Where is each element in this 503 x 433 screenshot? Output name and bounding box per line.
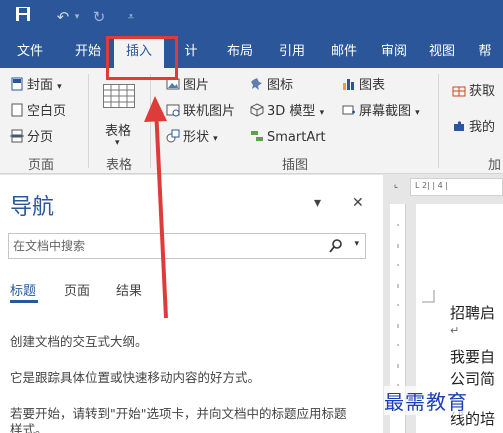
tab-home[interactable]: 开始 xyxy=(66,36,110,68)
page-break-button[interactable]: 分页 xyxy=(10,128,53,148)
nav-tab-headings[interactable]: 标题 xyxy=(10,280,36,299)
nav-help-text: 样式。 xyxy=(10,422,48,433)
tab-layout[interactable]: 布局 xyxy=(220,36,260,68)
my-addins-button[interactable]: 我的 xyxy=(452,118,495,138)
ruler-marks: L 2| | 4 | xyxy=(415,181,448,190)
tab-help[interactable]: 帮 xyxy=(474,36,496,68)
search-options-icon[interactable]: ▾ xyxy=(354,239,359,249)
shapes-icon xyxy=(166,129,180,143)
nav-tab-results[interactable]: 结果 xyxy=(116,280,142,299)
paragraph-mark: ↵ xyxy=(450,324,460,337)
screenshot-button[interactable]: 屏幕截图 ▾ xyxy=(342,102,420,122)
doc-line: 招聘启 xyxy=(450,304,496,322)
3d-model-button[interactable]: 3D 模型 ▾ xyxy=(250,102,324,122)
tab-view[interactable]: 视图 xyxy=(422,36,462,68)
get-addins-button[interactable]: 获取 xyxy=(452,82,495,102)
store-icon xyxy=(452,86,466,97)
icons-button[interactable]: 图标 xyxy=(250,76,293,96)
navigation-pane: 导航 ▾ ✕ ▾ 标题 页面 结果 创建文档的交互式大纲。 它是跟踪具体位置或快… xyxy=(0,175,383,433)
search-input[interactable] xyxy=(13,237,313,255)
group-label-tables: 表格 xyxy=(106,158,133,173)
horizontal-ruler[interactable]: L 2| | 4 | xyxy=(410,178,503,196)
active-tab-indicator xyxy=(10,300,38,303)
nav-tab-pages[interactable]: 页面 xyxy=(64,280,90,299)
table-grid-icon xyxy=(103,84,135,108)
redo-icon[interactable]: ↻ xyxy=(88,6,110,28)
table-button-label: 表格 xyxy=(105,124,132,139)
search-field[interactable]: ▾ xyxy=(8,233,366,259)
nav-help-text: 创建文档的交互式大纲。 xyxy=(10,334,148,349)
watermark: 最需教育 xyxy=(384,386,468,415)
cover-page-button[interactable]: 封面 ▾ xyxy=(10,76,62,96)
tab-design[interactable]: 计 xyxy=(178,36,204,68)
chevron-down-icon: ▾ xyxy=(115,138,120,148)
puzzle-icon xyxy=(454,121,464,131)
doc-line: 我要自 xyxy=(450,348,496,366)
group-label-addins: 加 xyxy=(488,158,502,173)
tab-mailings[interactable]: 邮件 xyxy=(324,36,364,68)
online-picture-icon xyxy=(166,104,180,117)
group-label-illustrations: 插图 xyxy=(282,158,309,173)
undo-icon[interactable]: ↶ xyxy=(52,6,74,28)
title-bar: ↶ ▾ ↻ ⩡ xyxy=(0,0,503,36)
tab-review[interactable]: 审阅 xyxy=(374,36,414,68)
tab-selector-icon[interactable]: ⌞ xyxy=(389,180,403,194)
nav-help-text: 它是跟踪具体位置或快速移动内容的好方式。 xyxy=(10,370,261,385)
customize-quick-access-icon[interactable]: ⩡ xyxy=(120,6,142,28)
chart-icon xyxy=(343,79,354,90)
blank-page-icon xyxy=(11,103,23,117)
close-icon[interactable]: ✕ xyxy=(352,195,364,211)
search-icon[interactable] xyxy=(329,238,343,254)
nav-options-icon[interactable]: ▾ xyxy=(314,195,321,211)
cover-page-icon xyxy=(11,77,23,91)
group-label-pages: 页面 xyxy=(28,158,55,173)
ribbon: 封面 ▾ 空白页 分页 页面 表格 ▾ 表格 图片 联机图片 形状 ▾ 图标 3… xyxy=(0,68,503,174)
tab-references[interactable]: 引用 xyxy=(272,36,312,68)
online-picture-button[interactable]: 联机图片 xyxy=(166,102,235,122)
ribbon-separator xyxy=(438,74,439,168)
insert-tab-highlight xyxy=(106,36,178,80)
table-button[interactable]: 表格 ▾ xyxy=(100,82,138,152)
icons-icon xyxy=(251,78,262,90)
save-icon[interactable] xyxy=(12,6,34,28)
ribbon-tabs: 文件 开始 插入 计 布局 引用 邮件 审阅 视图 帮 xyxy=(0,36,503,68)
smartart-button[interactable]: SmartArt xyxy=(250,128,326,148)
nav-pane-title: 导航 xyxy=(10,195,55,220)
cube-icon xyxy=(250,103,264,117)
ribbon-separator xyxy=(150,74,151,168)
margin-corner-mark xyxy=(422,290,435,303)
undo-dropdown-icon[interactable]: ▾ xyxy=(72,6,82,28)
ribbon-separator xyxy=(88,74,89,168)
screenshot-icon xyxy=(342,105,355,115)
shapes-button[interactable]: 形状 ▾ xyxy=(166,128,218,148)
tab-file[interactable]: 文件 xyxy=(8,36,52,68)
chart-button[interactable]: 图表 xyxy=(342,76,385,96)
page-break-icon xyxy=(10,129,24,143)
blank-page-button[interactable]: 空白页 xyxy=(10,102,66,122)
smartart-icon xyxy=(251,131,263,141)
